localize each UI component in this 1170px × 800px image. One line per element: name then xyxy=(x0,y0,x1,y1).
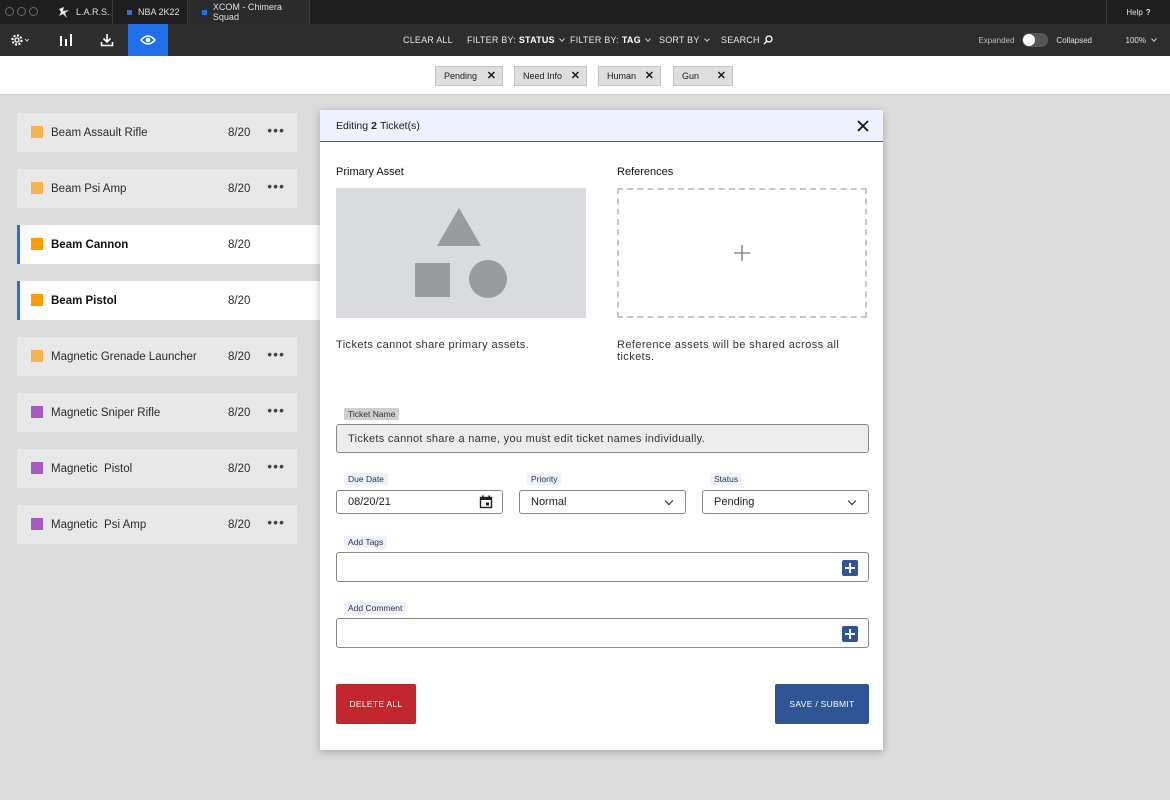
list-item[interactable]: Magnetic Sniper Rifle 8/20 ••• xyxy=(17,393,297,432)
list-item[interactable]: Magnetic Grenade Launcher 8/20 ••• xyxy=(17,337,297,376)
primary-asset-note: Tickets cannot share primary assets. xyxy=(336,339,530,351)
category-swatch xyxy=(31,126,43,138)
view-mode-switch[interactable] xyxy=(1022,33,1049,47)
tab-xcom-chimera-squad[interactable]: XCOM - Chimera Squad xyxy=(188,0,310,24)
chevron-down-icon xyxy=(847,496,857,506)
references-dropzone[interactable] xyxy=(617,188,867,318)
zoom-select[interactable]: 100% xyxy=(1126,24,1157,56)
category-swatch xyxy=(31,294,43,306)
chevron-down-icon xyxy=(558,35,565,42)
search-button[interactable]: SEARCH xyxy=(721,24,773,56)
chevron-down-icon xyxy=(664,496,674,506)
calendar-icon[interactable] xyxy=(479,495,493,509)
list-item[interactable]: Beam Assault Rifle 8/20 ••• xyxy=(17,113,297,152)
view-button[interactable] xyxy=(128,24,168,56)
ticket-name-field: Tickets cannot share a name, you must ed… xyxy=(336,424,869,453)
add-tag-button[interactable] xyxy=(842,560,858,576)
lars-logo-icon xyxy=(59,6,69,18)
gear-icon xyxy=(11,34,30,46)
view-mode-toggle[interactable]: Expanded Collapsed xyxy=(978,24,1092,56)
close-icon[interactable]: ✕ xyxy=(571,70,580,82)
category-swatch xyxy=(31,238,43,250)
filter-chip: Pending ✕ xyxy=(435,66,503,86)
add-comment-label: Add Comment xyxy=(344,602,407,614)
list-item[interactable]: Magnetic Pistol 8/20 ••• xyxy=(17,449,297,488)
title-bar: L.A.R.S. NBA 2K22 XCOM - Chimera Squad H… xyxy=(0,0,1170,24)
close-icon[interactable]: ✕ xyxy=(717,70,726,82)
category-swatch xyxy=(31,462,43,474)
help-button[interactable]: Help ? xyxy=(1106,0,1170,24)
more-options-icon[interactable]: ••• xyxy=(267,403,285,417)
status-select[interactable]: Pending xyxy=(702,490,869,514)
list-item-selected[interactable]: Beam Cannon 8/20 xyxy=(17,225,320,264)
delete-all-button[interactable]: DELETE ALL xyxy=(336,684,416,724)
category-swatch xyxy=(31,406,43,418)
list-item[interactable]: Beam Psi Amp 8/20 ••• xyxy=(17,169,297,208)
active-filters-bar: Pending ✕ Need Info ✕ Human ✕ Gun ✕ xyxy=(0,56,1170,95)
add-comment-input[interactable] xyxy=(336,618,869,648)
add-icon xyxy=(734,245,750,261)
download-button[interactable] xyxy=(87,24,127,56)
filter-by-status-menu[interactable]: FILTER BY: STATUS xyxy=(467,24,565,56)
primary-asset-dropzone[interactable] xyxy=(336,188,586,318)
ticket-name-label: Ticket Name xyxy=(344,408,400,420)
edit-tickets-modal: Editing 2 Ticket(s) Primary Asset Refere… xyxy=(320,110,883,750)
bar-chart-icon xyxy=(60,34,72,46)
add-tags-label: Add Tags xyxy=(344,536,388,548)
more-options-icon[interactable]: ••• xyxy=(267,179,285,193)
chevron-down-icon xyxy=(703,35,710,42)
toolbar: CLEAR ALL FILTER BY: STATUS FILTER BY: T… xyxy=(0,24,1170,56)
close-icon[interactable]: ✕ xyxy=(645,70,654,82)
close-icon[interactable] xyxy=(855,118,871,134)
clear-all-button[interactable]: CLEAR ALL xyxy=(403,24,453,56)
category-swatch xyxy=(31,518,43,530)
help-mark: ? xyxy=(1145,7,1151,17)
modal-title: Editing 2 Ticket(s) xyxy=(320,110,883,142)
due-date-label: Due Date xyxy=(344,473,388,485)
filter-chip: Gun ✕ xyxy=(673,66,733,86)
more-options-icon[interactable]: ••• xyxy=(267,459,285,473)
add-tags-input[interactable] xyxy=(336,552,869,582)
priority-select[interactable]: Normal xyxy=(519,490,686,514)
save-submit-button[interactable]: SAVE / SUBMIT xyxy=(775,684,869,724)
category-swatch xyxy=(31,182,43,194)
download-icon xyxy=(100,34,114,47)
due-date-field[interactable]: 08/20/21 xyxy=(336,490,503,514)
stats-button[interactable] xyxy=(46,24,86,56)
status-label: Status xyxy=(710,473,743,485)
more-options-icon[interactable]: ••• xyxy=(267,123,285,137)
settings-button[interactable] xyxy=(0,24,40,56)
window-controls[interactable] xyxy=(5,7,38,16)
primary-asset-label: Primary Asset xyxy=(336,166,404,178)
chevron-down-icon xyxy=(644,35,651,42)
tab-lars[interactable]: L.A.R.S. xyxy=(44,0,113,24)
filter-chip: Human ✕ xyxy=(598,66,661,86)
filter-chip: Need Info ✕ xyxy=(514,66,587,86)
category-swatch xyxy=(31,350,43,362)
tab-color-square xyxy=(127,9,132,15)
eye-icon xyxy=(140,35,156,45)
priority-label: Priority xyxy=(527,473,562,485)
more-options-icon[interactable]: ••• xyxy=(267,347,285,361)
tab-color-square xyxy=(202,9,207,15)
tab-nba-2k22[interactable]: NBA 2K22 xyxy=(113,0,188,24)
search-icon xyxy=(763,35,773,45)
more-options-icon[interactable]: ••• xyxy=(267,515,285,529)
list-item-selected[interactable]: Beam Pistol 8/20 xyxy=(17,281,320,320)
list-item[interactable]: Magnetic Psi Amp 8/20 ••• xyxy=(17,505,297,544)
sort-by-menu[interactable]: SORT BY xyxy=(659,24,710,56)
references-note: Reference assets will be shared across a… xyxy=(617,339,840,363)
filter-by-tag-menu[interactable]: FILTER BY: TAG xyxy=(570,24,651,56)
add-comment-button[interactable] xyxy=(842,626,858,642)
image-placeholder-icon xyxy=(415,208,507,298)
references-label: References xyxy=(617,166,674,178)
close-icon[interactable]: ✕ xyxy=(487,70,496,82)
chevron-down-icon xyxy=(1151,35,1157,42)
